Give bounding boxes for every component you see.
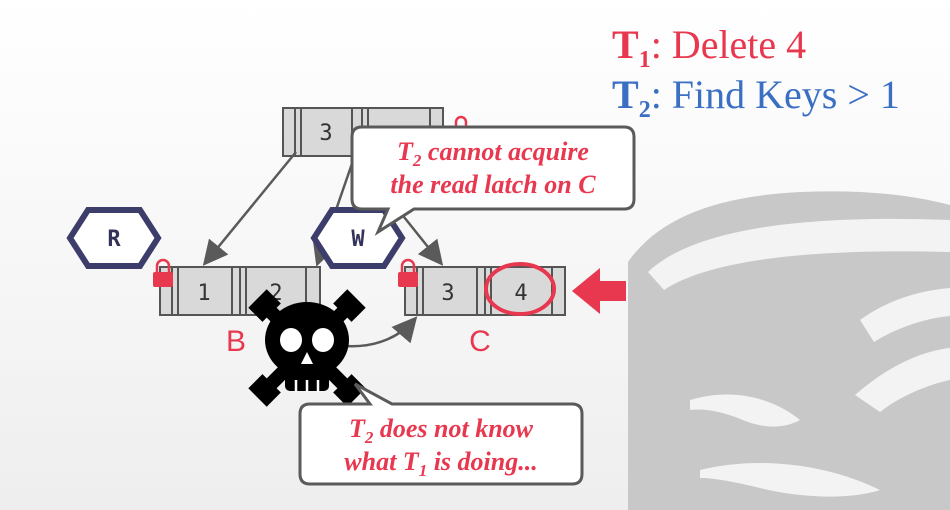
- legend-t1: T1: Delete 4: [612, 22, 806, 73]
- read-latch-badge: R: [66, 207, 162, 269]
- node-c: 3 4 C: [404, 262, 566, 358]
- write-latch-label: W: [351, 227, 365, 252]
- callout-bottom-sub2: 1: [419, 461, 428, 480]
- callout-top-rest: cannot acquire: [421, 137, 589, 166]
- padlock-icon: [153, 258, 173, 287]
- callout-bottom-line2: what T1 is doing...: [344, 447, 537, 480]
- callout-top-t: T: [397, 137, 414, 166]
- node-c-key-1: 3: [441, 281, 454, 306]
- node-b-key-1: 1: [197, 281, 210, 306]
- callout-bottom-sub: 2: [364, 428, 374, 447]
- skull-crossbones-icon: [248, 289, 366, 407]
- edge-root-to-b: [202, 151, 297, 266]
- edge-root-to-c: [399, 211, 444, 266]
- callout-top-line2: the read latch on C: [390, 170, 596, 199]
- legend-t2-sub: 2: [639, 97, 651, 123]
- callout-bottom-line1: T2 does not know: [349, 414, 534, 447]
- legend-t1-letter: T: [612, 22, 639, 67]
- callout-bottom-t: T: [349, 414, 366, 443]
- edge-b-to-c: [344, 316, 418, 348]
- legend-t2-text: : Find Keys > 1: [651, 72, 900, 117]
- callout-top-sub: 2: [412, 151, 422, 170]
- legend-t2: T2: Find Keys > 1: [612, 72, 900, 123]
- legend-t1-text: : Delete 4: [651, 22, 807, 67]
- callout-cannot-acquire: T2 cannot acquire the read latch on C: [350, 125, 636, 236]
- database-icon: [628, 191, 950, 510]
- node-b-label: B: [226, 325, 246, 358]
- node-c-label: C: [469, 325, 491, 358]
- read-latch-label: R: [107, 227, 121, 252]
- padlock-icon: [398, 258, 418, 287]
- callout-bottom-doing: is doing...: [427, 447, 538, 476]
- callout-top-line1: T2 cannot acquire: [397, 137, 589, 170]
- transaction-legend: T1: Delete 4 T2: Find Keys > 1: [612, 22, 900, 123]
- arrow-left-icon: [572, 268, 626, 314]
- legend-t2-letter: T: [612, 72, 639, 117]
- root-key-1: 3: [319, 121, 332, 146]
- callout-bottom-rest: does not know: [373, 414, 533, 443]
- callout-bottom-what: what T: [344, 447, 420, 476]
- node-c-key-2: 4: [514, 281, 527, 306]
- legend-t1-sub: 1: [639, 47, 651, 73]
- btree-latch-diagram: 3 1 2 B 3 4 C R W T2 cannot acquire the …: [66, 22, 950, 510]
